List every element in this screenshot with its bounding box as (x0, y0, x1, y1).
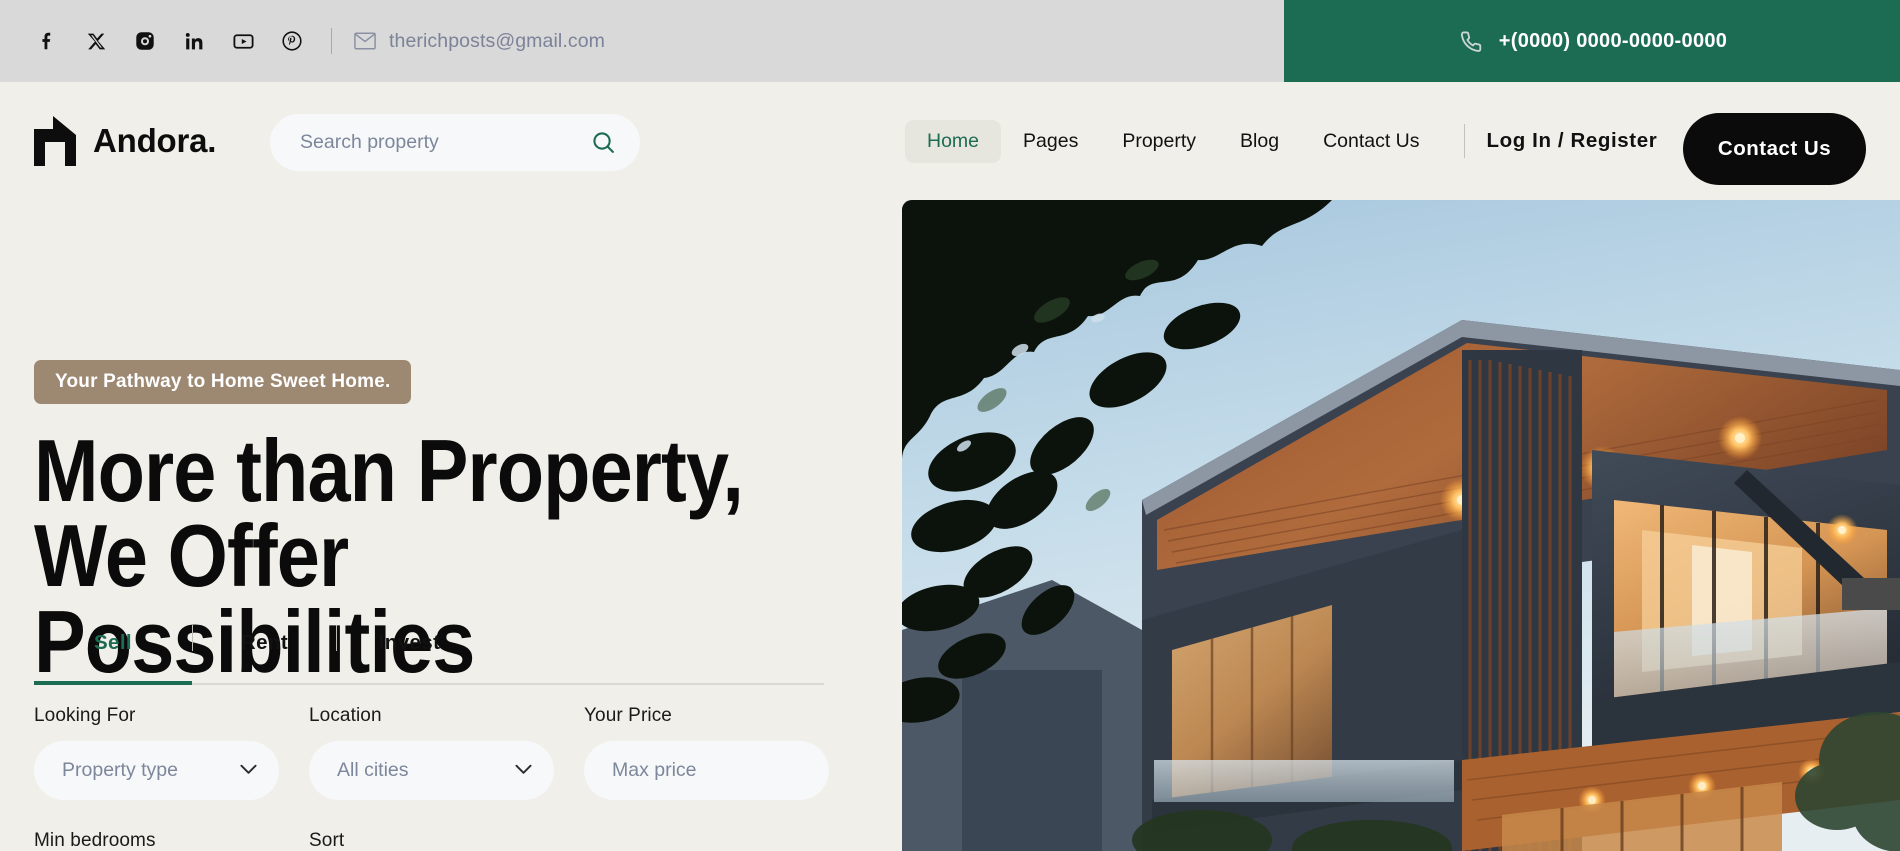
hero-tabs: Sell Rent Invest (34, 625, 824, 673)
nav-item-property[interactable]: Property (1100, 120, 1218, 163)
nav-item-pages[interactable]: Pages (1001, 120, 1100, 163)
tabs-active-indicator (34, 681, 192, 685)
search-icon[interactable] (591, 130, 616, 155)
phone-icon (1457, 28, 1483, 54)
topbar-divider (331, 28, 332, 54)
hero-image (902, 200, 1900, 851)
filter-label-min-bedrooms: Min bedrooms (34, 830, 156, 851)
site-header: Andora. Home Pages Property Blog Contact… (0, 82, 1900, 200)
youtube-icon[interactable] (230, 28, 256, 54)
chevron-down-icon (515, 762, 532, 780)
hero-search-filters: Looking For Property type Location All c… (34, 705, 864, 800)
nav-item-home[interactable]: Home (905, 119, 1002, 163)
chevron-down-icon (240, 762, 257, 780)
phone-cta[interactable]: +(0000) 0000-0000-0000 (1284, 0, 1900, 82)
contact-us-button[interactable]: Contact Us (1683, 113, 1866, 185)
filter-label-your-price: Your Price (584, 705, 672, 726)
tab-rent[interactable]: Rent (193, 631, 336, 673)
tab-sell[interactable]: Sell (34, 631, 192, 673)
tab-invest[interactable]: Invest (337, 631, 482, 673)
x-twitter-icon[interactable] (83, 28, 109, 54)
hero-content: Your Pathway to Home Sweet Home. More th… (34, 200, 884, 685)
hero-badge: Your Pathway to Home Sweet Home. (34, 360, 412, 404)
property-type-select[interactable]: Property type (34, 741, 279, 800)
brand-logo[interactable]: Andora. (34, 116, 216, 166)
filter-label-sort: Sort (309, 830, 345, 851)
instagram-icon[interactable] (132, 28, 158, 54)
filter-label-looking-for: Looking For (34, 705, 136, 726)
search-input[interactable] (300, 131, 591, 154)
location-select[interactable]: All cities (309, 741, 554, 800)
brand-name: Andora. (93, 122, 217, 159)
envelope-icon (354, 32, 376, 50)
page-root: therichposts@gmail.com +(0000) 0000-0000… (0, 0, 1900, 851)
max-price-input[interactable]: Max price (584, 741, 829, 800)
login-register-link[interactable]: Log In / Register (1487, 129, 1658, 153)
phone-number: +(0000) 0000-0000-0000 (1498, 29, 1728, 52)
hero-search-filters-row-2: Min bedrooms Sort (34, 830, 864, 851)
max-price-value: Max price (612, 759, 697, 781)
email-text: therichposts@gmail.com (389, 29, 605, 52)
linkedin-icon[interactable] (181, 28, 207, 54)
main-navigation: Home Pages Property Blog Contact Us Log … (905, 82, 1657, 200)
filter-location: Location All cities (309, 705, 554, 800)
andora-house-icon (34, 116, 76, 166)
hero-house-photo (902, 200, 1900, 851)
hero-headline-line-1: More than Property, (34, 421, 744, 520)
filter-looking-for: Looking For Property type (34, 705, 279, 800)
nav-item-contact-us[interactable]: Contact Us (1301, 120, 1441, 163)
location-value: All cities (337, 759, 409, 781)
facebook-icon[interactable] (34, 28, 60, 54)
nav-item-blog[interactable]: Blog (1218, 120, 1301, 163)
nav-divider (1463, 124, 1465, 158)
email-link[interactable]: therichposts@gmail.com (354, 30, 605, 53)
top-utility-bar: therichposts@gmail.com +(0000) 0000-0000… (0, 0, 1900, 82)
social-links (34, 28, 305, 54)
search-box[interactable] (270, 114, 640, 171)
filter-your-price: Your Price Max price (584, 705, 829, 800)
property-type-value: Property type (62, 759, 178, 781)
filter-label-location: Location (309, 705, 382, 726)
pinterest-icon[interactable] (279, 28, 305, 54)
